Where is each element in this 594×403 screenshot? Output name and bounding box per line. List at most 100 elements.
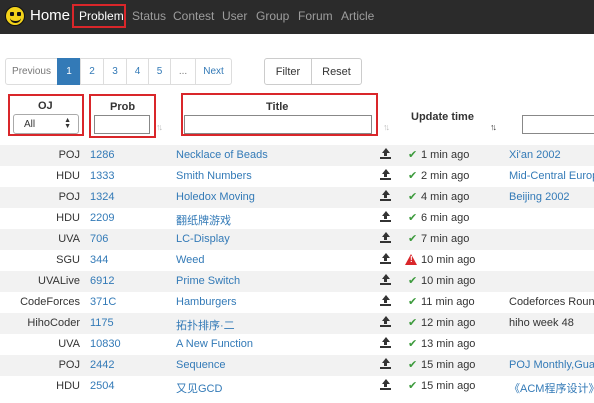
table-row: HDU 1333 Smith Numbers ✔ 2 min ago Mid-Centra… <box>0 166 594 187</box>
row-prob-link[interactable]: 706 <box>90 233 108 245</box>
source-filter-input[interactable] <box>522 115 594 134</box>
update-time-sort-icon[interactable]: ↑↓ <box>490 122 497 132</box>
row-source[interactable]: POJ Monthly,Gua <box>509 359 594 371</box>
upload-icon[interactable] <box>380 337 391 349</box>
upload-icon[interactable] <box>380 232 391 244</box>
row-title-link[interactable]: Necklace of Beads <box>176 149 268 161</box>
row-prob-link[interactable]: 371C <box>90 296 116 308</box>
row-prob-link[interactable]: 344 <box>90 254 108 266</box>
upload-icon[interactable] <box>380 295 391 307</box>
row-prob-link[interactable]: 1333 <box>90 170 114 182</box>
upload-icon[interactable] <box>380 358 391 370</box>
row-oj: HDU <box>56 380 80 392</box>
check-icon: ✔ <box>408 212 418 224</box>
row-title-link[interactable]: Prime Switch <box>176 275 240 287</box>
table-row: HDU 2209 翻纸牌游戏 ✔ 6 min ago <box>0 208 594 229</box>
prob-highlight-box <box>89 94 156 138</box>
upload-icon[interactable] <box>380 148 391 160</box>
row-update-time: 12 min ago <box>421 317 476 329</box>
check-icon: ✔ <box>408 317 418 329</box>
table-row: UVA 706 LC-Display ✔ 7 min ago <box>0 229 594 250</box>
row-prob-link[interactable]: 2442 <box>90 359 114 371</box>
pagination-page-1[interactable]: 1 <box>57 58 81 85</box>
nav-status[interactable]: Status <box>132 9 166 23</box>
nav-user[interactable]: User <box>222 9 247 23</box>
upload-icon[interactable] <box>380 274 391 286</box>
upload-icon[interactable] <box>380 316 391 328</box>
title-highlight-box <box>181 93 378 136</box>
check-icon: ✔ <box>408 296 418 308</box>
row-title-link[interactable]: 翻纸牌游戏 <box>176 212 231 228</box>
row-title-link[interactable]: Sequence <box>176 359 226 371</box>
row-oj: CodeForces <box>20 296 80 308</box>
row-source[interactable]: Mid-Central Europ <box>509 170 594 182</box>
pagination-page-2[interactable]: 2 <box>80 58 104 85</box>
upload-icon[interactable] <box>380 379 391 391</box>
nav-forum[interactable]: Forum <box>298 9 333 23</box>
title-sort-icon[interactable]: ↑↓ <box>383 122 390 132</box>
row-title-link[interactable]: Smith Numbers <box>176 170 252 182</box>
row-oj: POJ <box>58 359 80 371</box>
check-icon: ✔ <box>408 191 418 203</box>
table-row: UVA 10830 A New Function ✔ 13 min ago <box>0 334 594 355</box>
row-title-link[interactable]: LC-Display <box>176 233 230 245</box>
row-oj: HDU <box>56 212 80 224</box>
row-update-time: 7 min ago <box>421 233 470 245</box>
pagination-previous[interactable]: Previous <box>5 58 58 85</box>
row-update-time: 4 min ago <box>421 191 470 203</box>
home-link[interactable]: Home <box>30 7 70 24</box>
check-icon: ✔ <box>408 170 418 182</box>
row-oj: SGU <box>56 254 80 266</box>
nav-group[interactable]: Group <box>256 9 289 23</box>
row-oj: UVA <box>58 233 80 245</box>
pagination-page-4[interactable]: 4 <box>126 58 149 85</box>
table-row: HihoCoder 1175 拓扑排序·二 ✔ 12 min ago hiho week … <box>0 313 594 334</box>
row-update-time: 15 min ago <box>421 380 476 392</box>
row-update-time: 10 min ago <box>421 275 476 287</box>
row-prob-link[interactable]: 1324 <box>90 191 114 203</box>
row-source: hiho week 48 <box>509 317 574 329</box>
row-prob-link[interactable]: 2209 <box>90 212 114 224</box>
problem-highlight-box <box>72 4 126 28</box>
row-update-time: 1 min ago <box>421 149 470 161</box>
row-title-link[interactable]: 又见GCD <box>176 380 222 396</box>
row-update-time: 13 min ago <box>421 338 476 350</box>
reset-button[interactable]: Reset <box>311 58 362 85</box>
row-oj: UVALive <box>38 275 80 287</box>
row-prob-link[interactable]: 10830 <box>90 338 121 350</box>
row-source[interactable]: Xi'an 2002 <box>509 149 561 161</box>
row-source[interactable]: Beijing 2002 <box>509 191 570 203</box>
filter-button[interactable]: Filter <box>264 58 312 85</box>
upload-icon[interactable] <box>380 253 391 265</box>
row-oj: HDU <box>56 170 80 182</box>
row-prob-link[interactable]: 1286 <box>90 149 114 161</box>
pagination-page-3[interactable]: 3 <box>103 58 127 85</box>
pagination-page-5[interactable]: 5 <box>148 58 171 85</box>
check-icon: ✔ <box>408 149 418 161</box>
upload-icon[interactable] <box>380 190 391 202</box>
row-prob-link[interactable]: 2504 <box>90 380 114 392</box>
prob-sort-icon[interactable]: ↑↓ <box>156 122 163 132</box>
row-prob-link[interactable]: 1175 <box>90 317 114 329</box>
row-source[interactable]: 《ACM程序设计》短 <box>509 380 594 396</box>
pagination-next[interactable]: Next <box>195 58 232 85</box>
row-update-time: 6 min ago <box>421 212 470 224</box>
row-prob-link[interactable]: 6912 <box>90 275 114 287</box>
row-title-link[interactable]: 拓扑排序·二 <box>176 317 235 333</box>
row-title-link[interactable]: A New Function <box>176 338 253 350</box>
check-icon: ✔ <box>408 338 418 350</box>
row-oj: POJ <box>58 191 80 203</box>
row-update-time: 15 min ago <box>421 359 476 371</box>
row-title-link[interactable]: Weed <box>176 254 205 266</box>
nav-contest[interactable]: Contest <box>173 9 214 23</box>
upload-icon[interactable] <box>380 169 391 181</box>
table-row: HDU 2504 又见GCD ✔15 min ago 《ACM程序设计》短 <box>0 376 594 397</box>
check-icon: ✔ <box>408 233 418 245</box>
row-title-link[interactable]: Hamburgers <box>176 296 237 308</box>
smiley-logo-icon[interactable] <box>5 6 25 26</box>
row-oj: UVA <box>58 338 80 350</box>
nav-article[interactable]: Article <box>341 9 374 23</box>
upload-icon[interactable] <box>380 211 391 223</box>
row-title-link[interactable]: Holedox Moving <box>176 191 255 203</box>
row-update-time: 10 min ago <box>421 254 476 266</box>
